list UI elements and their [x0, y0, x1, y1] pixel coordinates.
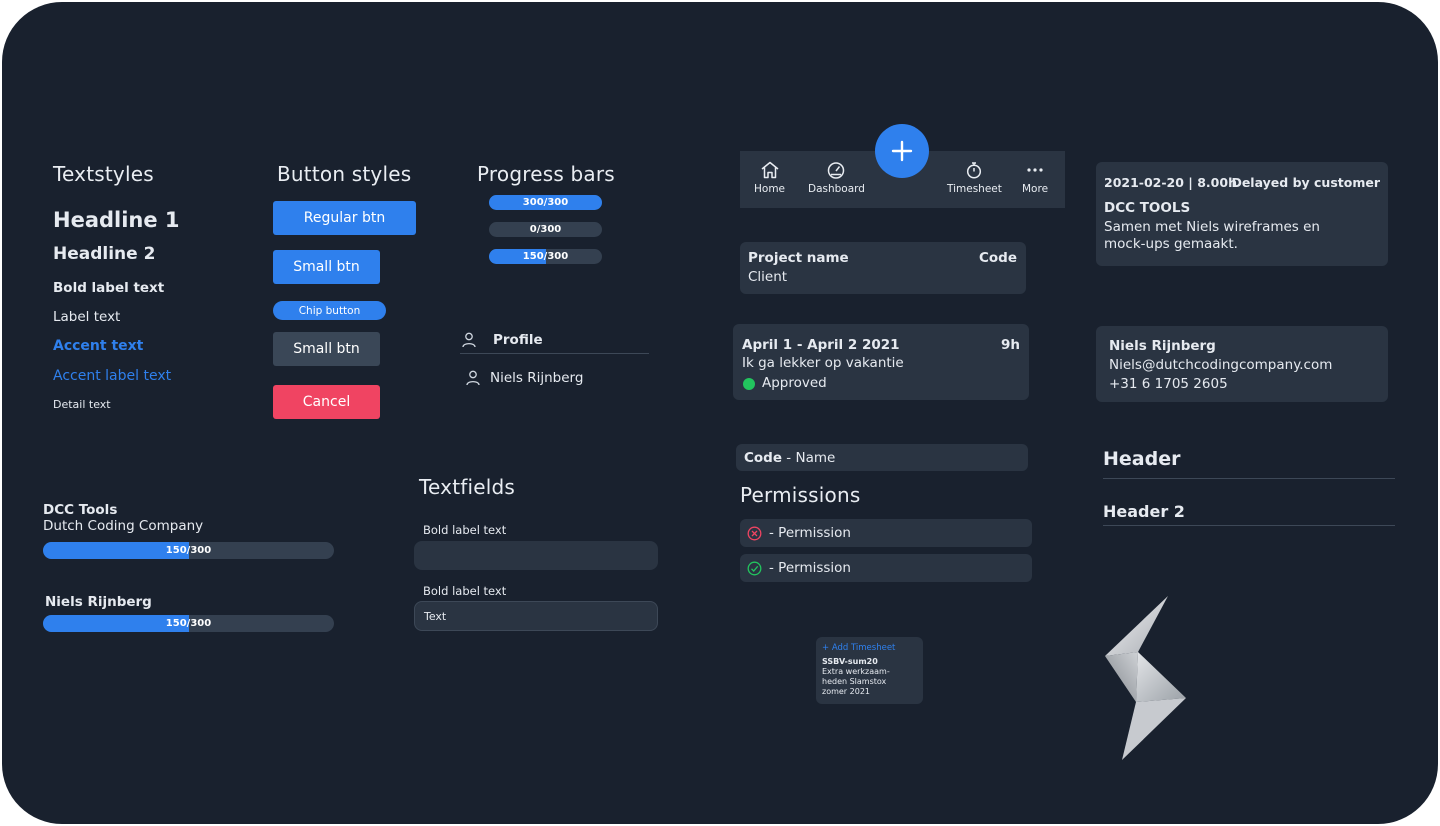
- nav-item-home[interactable]: Home: [754, 161, 785, 195]
- permission-label: - Permission: [769, 525, 851, 541]
- regular-button[interactable]: Regular btn: [273, 201, 416, 235]
- add-timesheet-card[interactable]: + Add Timesheet SSBV-sum20 Extra werkzaa…: [816, 637, 923, 704]
- header-2: Header 2: [1103, 502, 1185, 521]
- progress-label: 300/300: [522, 197, 569, 208]
- time-entry-card[interactable]: April 1 - April 2 2021 9h Ik ga lekker o…: [733, 324, 1029, 400]
- progress-bar-full: 300/300: [489, 195, 602, 210]
- project-card[interactable]: Project name Code Client: [740, 242, 1026, 294]
- profile-header: Profile: [493, 332, 543, 348]
- timesheet-line: zomer 2021: [822, 687, 870, 696]
- textfield-1[interactable]: [414, 541, 658, 570]
- log-description: Samen met Niels wireframes en mock-ups g…: [1104, 219, 1320, 253]
- small-gray-button[interactable]: Small btn: [273, 332, 380, 366]
- header-2-divider: [1103, 525, 1395, 526]
- permission-row-denied[interactable]: - Permission: [740, 519, 1032, 547]
- user-icon: [466, 370, 480, 390]
- code-name-text: Code - Name: [744, 450, 835, 466]
- textfields-title: Textfields: [419, 475, 516, 499]
- permission-label: - Permission: [769, 560, 851, 576]
- add-timesheet-link[interactable]: + Add Timesheet: [822, 643, 895, 653]
- profile-icon: [462, 332, 476, 352]
- bold-label-sample: Bold label text: [53, 280, 165, 296]
- entry-hours: 9h: [1000, 337, 1020, 353]
- nav-item-dashboard[interactable]: Dashboard: [808, 161, 865, 195]
- textfield-1-label: Bold label text: [423, 523, 507, 537]
- permission-row-granted[interactable]: - Permission: [740, 554, 1032, 582]
- button-styles-title: Button styles: [277, 162, 412, 186]
- cancel-button[interactable]: Cancel: [273, 385, 380, 419]
- nav-label-home: Home: [754, 183, 786, 195]
- log-line: Samen met Niels wireframes en: [1104, 219, 1320, 235]
- timesheet-line: heden Slamstox: [822, 677, 887, 686]
- plus-icon: [891, 140, 913, 162]
- user-bar-title: Niels Rijnberg: [45, 594, 152, 610]
- accent-label-sample: Accent label text: [53, 368, 172, 384]
- contact-phone[interactable]: +31 6 1705 2605: [1109, 376, 1228, 392]
- textstyles-title: Textstyles: [53, 162, 154, 186]
- progress-label: 150/300: [165, 545, 212, 556]
- headline-2-sample: Headline 2: [53, 244, 156, 264]
- nav-label-timesheet: Timesheet: [947, 183, 1002, 195]
- log-date-hours: 2021-02-20 | 8.00h: [1104, 175, 1237, 190]
- textfield-2-value: Text: [424, 610, 447, 623]
- granted-check-circle-icon: [747, 561, 762, 575]
- stopwatch-icon: [967, 162, 982, 179]
- entry-description: Ik ga lekker op vakantie: [742, 355, 904, 371]
- nav-item-timesheet[interactable]: Timesheet: [947, 161, 1002, 195]
- project-bar-title: DCC Tools: [43, 502, 118, 518]
- nav-label-more: More: [1022, 183, 1049, 195]
- timesheet-code: SSBV-sum20: [822, 657, 878, 666]
- project-code-label: Code: [978, 250, 1017, 266]
- fab-add-button[interactable]: [875, 124, 929, 178]
- textfield-2-label: Bold label text: [423, 584, 507, 598]
- accent-sample: Accent text: [53, 338, 144, 354]
- contact-card[interactable]: Niels Rijnberg Niels@dutchcodingcompany.…: [1096, 326, 1388, 402]
- log-company: DCC TOOLS: [1104, 200, 1191, 216]
- timesheet-line: Extra werkzaam-: [822, 667, 890, 676]
- progress-bars-title: Progress bars: [477, 162, 615, 186]
- permissions-title: Permissions: [740, 483, 861, 507]
- detail-sample: Detail text: [53, 398, 111, 411]
- code-label: Code: [744, 450, 783, 466]
- label-sample: Label text: [53, 309, 121, 325]
- progress-label: 0/300: [529, 224, 562, 235]
- nav-label-dashboard: Dashboard: [808, 183, 865, 195]
- small-button[interactable]: Small btn: [273, 250, 380, 284]
- nav-item-more[interactable]: More: [1022, 161, 1048, 195]
- gauge-icon: [828, 162, 845, 179]
- code-name-row[interactable]: Code - Name: [736, 444, 1028, 471]
- log-card[interactable]: 2021-02-20 | 8.00h Delayed by customer D…: [1096, 162, 1388, 266]
- contact-email[interactable]: Niels@dutchcodingcompany.com: [1109, 357, 1332, 373]
- project-client: Client: [748, 269, 788, 285]
- project-name-label: Project name: [748, 250, 849, 266]
- project-progress-bar: 150/300: [43, 542, 334, 559]
- progress-label: 150/300: [165, 618, 212, 629]
- log-status: Delayed by customer: [1231, 175, 1380, 190]
- project-bar-subtitle: Dutch Coding Company: [43, 518, 204, 534]
- contact-name: Niels Rijnberg: [1109, 338, 1216, 354]
- profile-divider: [460, 353, 649, 354]
- timesheet-description: Extra werkzaam- heden Slamstox zomer 202…: [822, 667, 890, 697]
- progress-bar-empty: 0/300: [489, 222, 602, 237]
- denied-x-circle-icon: [747, 526, 762, 540]
- entry-dates: April 1 - April 2 2021: [742, 337, 900, 353]
- chip-button[interactable]: Chip button: [273, 301, 386, 320]
- profile-name[interactable]: Niels Rijnberg: [490, 370, 583, 386]
- textfield-2[interactable]: Text: [414, 601, 658, 631]
- entry-status: Approved: [762, 375, 827, 391]
- log-line: mock-ups gemaakt.: [1104, 236, 1238, 252]
- progress-label: 150/300: [522, 251, 569, 262]
- more-dots-icon: [1027, 168, 1043, 172]
- lightning-logo-icon: [1102, 594, 1188, 764]
- header-1-divider: [1103, 478, 1395, 479]
- header-1: Header: [1103, 448, 1181, 470]
- headline-1-sample: Headline 1: [53, 208, 180, 232]
- status-dot-icon: [743, 378, 755, 390]
- name-label: - Name: [782, 450, 836, 466]
- user-progress-bar: 150/300: [43, 615, 334, 632]
- progress-bar-half: 150/300: [489, 249, 602, 264]
- home-icon: [761, 161, 778, 179]
- design-canvas: Textstyles Headline 1 Headline 2 Bold la…: [2, 2, 1438, 824]
